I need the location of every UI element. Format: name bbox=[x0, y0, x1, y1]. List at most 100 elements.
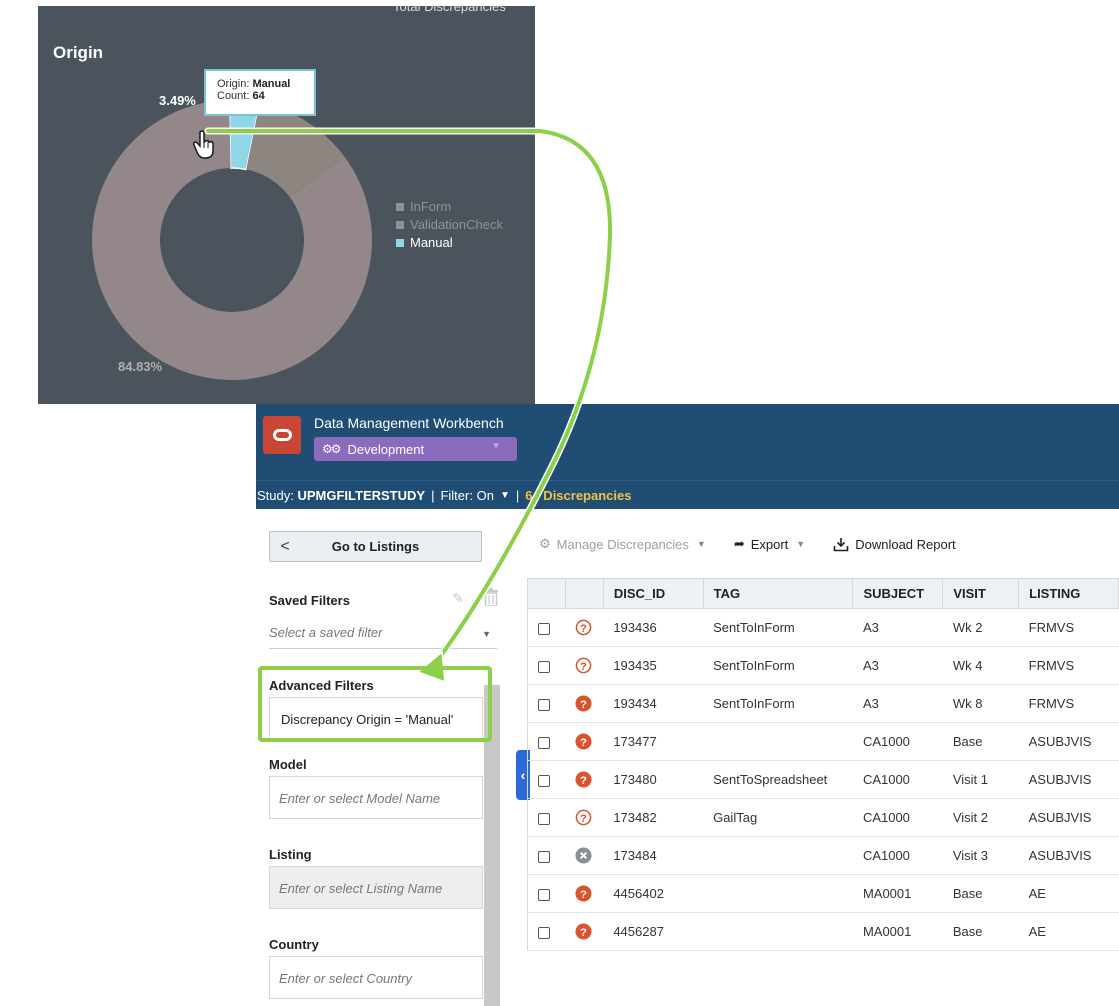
manage-discrepancies-menu[interactable]: ⚙ Manage Discrepancies ▼ bbox=[539, 536, 706, 552]
row-select-cell bbox=[527, 836, 566, 875]
svg-text:?: ? bbox=[580, 623, 587, 635]
col-header-visit[interactable]: VISIT bbox=[942, 578, 1020, 609]
country-input[interactable]: Enter or select Country bbox=[269, 956, 483, 999]
candidate-question-icon: ? bbox=[575, 771, 592, 788]
svg-text:?: ? bbox=[580, 813, 587, 825]
cell-tag bbox=[703, 722, 853, 761]
cell-subject: CA1000 bbox=[852, 760, 943, 799]
row-checkbox[interactable] bbox=[538, 622, 550, 635]
cell-subject: MA0001 bbox=[852, 912, 943, 951]
chevron-down-icon: ▼ bbox=[482, 629, 491, 639]
table-row[interactable]: 173484 CA1000 Visit 3 ASUBJVIS bbox=[527, 836, 1119, 875]
oracle-logo-ring bbox=[272, 429, 292, 441]
pencil-icon[interactable]: ✎ bbox=[452, 590, 464, 607]
table-row[interactable]: ? 193435 SentToInForm A3 Wk 4 FRMVS bbox=[527, 646, 1119, 685]
slice-label-validationcheck: 84.83% bbox=[118, 359, 163, 374]
row-checkbox[interactable] bbox=[538, 850, 550, 863]
filter-label: Filter: bbox=[440, 487, 473, 503]
row-select-cell bbox=[527, 684, 566, 723]
col-header-select[interactable] bbox=[527, 578, 566, 609]
table-row[interactable]: ? 173477 CA1000 Base ASUBJVIS bbox=[527, 722, 1119, 761]
discrepancy-grid: DISC_ID TAG SUBJECT VISIT LISTING ? 19343… bbox=[527, 578, 1119, 1006]
download-icon bbox=[833, 537, 849, 551]
cell-visit: Wk 4 bbox=[942, 646, 1019, 685]
col-header-listing[interactable]: LISTING bbox=[1018, 578, 1119, 609]
row-checkbox[interactable] bbox=[538, 736, 550, 749]
filter-caret-icon[interactable]: ▼ bbox=[500, 490, 510, 501]
table-row[interactable]: ? 173480 SentToSpreadsheet CA1000 Visit 1 ASU… bbox=[527, 760, 1119, 799]
legend-item-manual[interactable]: Manual bbox=[396, 234, 503, 252]
saved-filter-placeholder: Select a saved filter bbox=[269, 625, 383, 640]
table-row[interactable]: ? 4456402 MA0001 Base AE bbox=[527, 874, 1119, 913]
study-separator: | bbox=[431, 487, 435, 503]
listing-input[interactable]: Enter or select Listing Name bbox=[269, 866, 483, 909]
chevron-left-icon: < bbox=[280, 537, 290, 555]
candidate-question-icon: ? bbox=[575, 695, 592, 712]
share-arrow-icon: ➦ bbox=[733, 536, 745, 551]
row-status-cell: ? bbox=[565, 646, 604, 685]
legend-label-inform: InForm bbox=[410, 199, 452, 214]
manage-discrepancies-label: Manage Discrepancies bbox=[556, 536, 689, 552]
cell-tag: SentToInForm bbox=[703, 684, 853, 723]
cell-listing: ASUBJVIS bbox=[1018, 722, 1119, 761]
cell-subject: CA1000 bbox=[852, 722, 943, 761]
cell-tag: GailTag bbox=[703, 798, 853, 837]
cell-tag: SentToInForm bbox=[703, 608, 853, 647]
col-header-subject[interactable]: SUBJECT bbox=[852, 578, 944, 609]
cell-tag bbox=[703, 874, 853, 913]
row-checkbox[interactable] bbox=[538, 926, 550, 939]
tooltip-count-value: 64 bbox=[252, 90, 265, 102]
cell-disc-id: 4456287 bbox=[603, 912, 704, 951]
cell-visit: Visit 3 bbox=[942, 836, 1019, 875]
discrepancy-count: 64 Discrepancies bbox=[525, 487, 632, 503]
table-row[interactable]: ? 4456287 MA0001 Base AE bbox=[527, 912, 1119, 951]
table-header-row: DISC_ID TAG SUBJECT VISIT LISTING bbox=[527, 578, 1119, 609]
legend-item-validationcheck[interactable]: ValidationCheck bbox=[396, 216, 503, 234]
col-header-tag[interactable]: TAG bbox=[703, 578, 854, 609]
cell-disc-id: 173480 bbox=[603, 760, 704, 799]
go-to-listings-label: Go to Listings bbox=[331, 539, 420, 554]
row-select-cell bbox=[527, 760, 566, 799]
row-checkbox[interactable] bbox=[538, 774, 550, 787]
table-row[interactable]: ? 193434 SentToInForm A3 Wk 8 FRMVS bbox=[527, 684, 1119, 723]
table-row[interactable]: ? 193436 SentToInForm A3 Wk 2 FRMVS bbox=[527, 608, 1119, 647]
cell-listing: FRMVS bbox=[1018, 646, 1119, 685]
row-checkbox[interactable] bbox=[538, 888, 550, 901]
svg-text:?: ? bbox=[580, 927, 587, 939]
filter-value[interactable]: On bbox=[477, 488, 494, 503]
export-menu[interactable]: ➦ Export ▼ bbox=[734, 536, 805, 552]
row-status-cell: ? bbox=[565, 760, 604, 799]
cell-subject: A3 bbox=[852, 608, 943, 647]
study-bar: Study: UPMGFILTERSTUDY | Filter: On ▼ | … bbox=[256, 480, 1119, 509]
row-select-cell bbox=[527, 608, 566, 647]
table-row[interactable]: ? 173482 GailTag CA1000 Visit 2 ASUBJVIS bbox=[527, 798, 1119, 837]
cell-disc-id: 173477 bbox=[603, 722, 704, 761]
legend-label-manual: Manual bbox=[410, 235, 453, 250]
cell-listing: ASUBJVIS bbox=[1018, 836, 1119, 875]
open-question-icon: ? bbox=[576, 809, 592, 826]
cell-disc-id: 4456402 bbox=[603, 874, 704, 913]
row-checkbox[interactable] bbox=[538, 698, 550, 711]
legend-swatch-validationcheck bbox=[396, 221, 404, 229]
col-header-status[interactable] bbox=[565, 578, 604, 609]
row-checkbox[interactable] bbox=[538, 812, 550, 825]
export-label: Export bbox=[750, 536, 789, 552]
candidate-question-icon: ? bbox=[575, 733, 592, 750]
model-input[interactable]: Enter or select Model Name bbox=[269, 776, 483, 819]
download-report-button[interactable]: Download Report bbox=[833, 537, 956, 552]
discrepancy-table: DISC_ID TAG SUBJECT VISIT LISTING ? 19343… bbox=[527, 578, 1119, 951]
cell-disc-id: 193436 bbox=[603, 608, 704, 647]
saved-filter-select[interactable]: Select a saved filter ▼ bbox=[269, 618, 497, 649]
environment-select[interactable]: ⚙⚙ Development ▼ bbox=[314, 437, 517, 461]
oracle-logo-icon[interactable] bbox=[263, 416, 301, 454]
cell-visit: Base bbox=[942, 874, 1019, 913]
col-header-disc-id[interactable]: DISC_ID bbox=[603, 578, 704, 609]
row-status-cell bbox=[565, 836, 604, 875]
trash-icon[interactable] bbox=[484, 588, 498, 606]
advanced-filter-highlight bbox=[258, 666, 492, 742]
row-checkbox[interactable] bbox=[538, 660, 550, 673]
legend-item-inform[interactable]: InForm bbox=[396, 198, 503, 216]
screenshot-root: Total Discrepancies Origin 3.49% 84.83% … bbox=[0, 0, 1119, 1006]
study-name[interactable]: UPMGFILTERSTUDY bbox=[297, 488, 425, 503]
go-to-listings-button[interactable]: < Go to Listings bbox=[269, 531, 482, 562]
